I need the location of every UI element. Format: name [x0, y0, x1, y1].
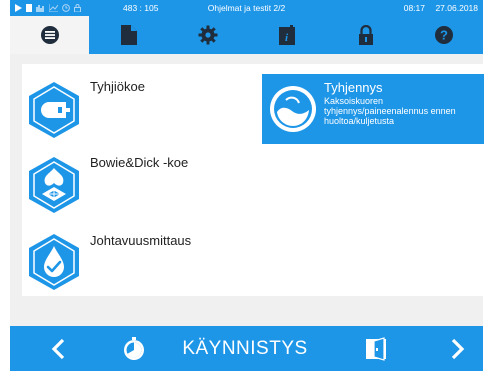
drain-description: Kaksoiskuoren tyhjennys/paineenalennus e… — [324, 96, 456, 126]
program-item-bowie-dick[interactable]: Bowie&Dick -koe — [22, 150, 257, 222]
conductivity-icon — [29, 234, 79, 290]
document-icon — [120, 25, 137, 45]
program-label: Johtavuusmittaus — [90, 233, 192, 248]
drain-icon — [270, 86, 316, 132]
status-bar: 483 : 105 Ohjelmat ja testit 2/2 08:17 2… — [10, 0, 483, 16]
tab-info[interactable]: i — [247, 16, 326, 54]
help-icon: ? — [435, 26, 453, 44]
svg-text:?: ? — [440, 28, 448, 43]
start-label: KÄYNNISTYS — [182, 337, 308, 359]
status-time: 08:17 — [403, 3, 425, 13]
program-item-drain-selected[interactable]: Tyhjennys Kaksoiskuoren tyhjennys/painee… — [262, 74, 484, 144]
tab-programs[interactable] — [10, 16, 89, 54]
door-button[interactable] — [356, 326, 396, 371]
vacuum-test-icon — [29, 82, 79, 138]
next-button[interactable] — [438, 326, 478, 371]
bottom-bar: KÄYNNISTYS — [10, 326, 483, 371]
info-book-icon: i — [278, 25, 295, 45]
tab-settings[interactable] — [168, 16, 247, 54]
timer-icon — [124, 336, 144, 360]
program-label: Bowie&Dick -koe — [90, 155, 189, 170]
tab-documents[interactable] — [89, 16, 168, 54]
tab-bar: i ? — [10, 16, 483, 54]
drain-title: Tyhjennys — [324, 80, 383, 95]
status-date: 27.06.2018 — [435, 3, 478, 13]
bowie-dick-icon — [29, 157, 79, 213]
tab-lock[interactable] — [326, 16, 405, 54]
padlock-icon — [358, 25, 373, 45]
program-item-vacuum-test[interactable]: Tyhjiökoe — [22, 74, 257, 146]
door-icon — [366, 336, 386, 361]
list-icon — [40, 26, 59, 44]
program-item-conductivity[interactable]: Johtavuusmittaus — [22, 228, 257, 300]
gear-icon — [198, 25, 217, 45]
timer-button[interactable] — [114, 326, 154, 371]
tab-help[interactable]: ? — [405, 16, 483, 54]
chevron-right-icon — [451, 338, 465, 359]
chevron-left-icon — [51, 338, 65, 359]
start-button[interactable]: KÄYNNISTYS — [170, 326, 320, 371]
program-label: Tyhjiökoe — [90, 79, 145, 94]
previous-button[interactable] — [38, 326, 78, 371]
